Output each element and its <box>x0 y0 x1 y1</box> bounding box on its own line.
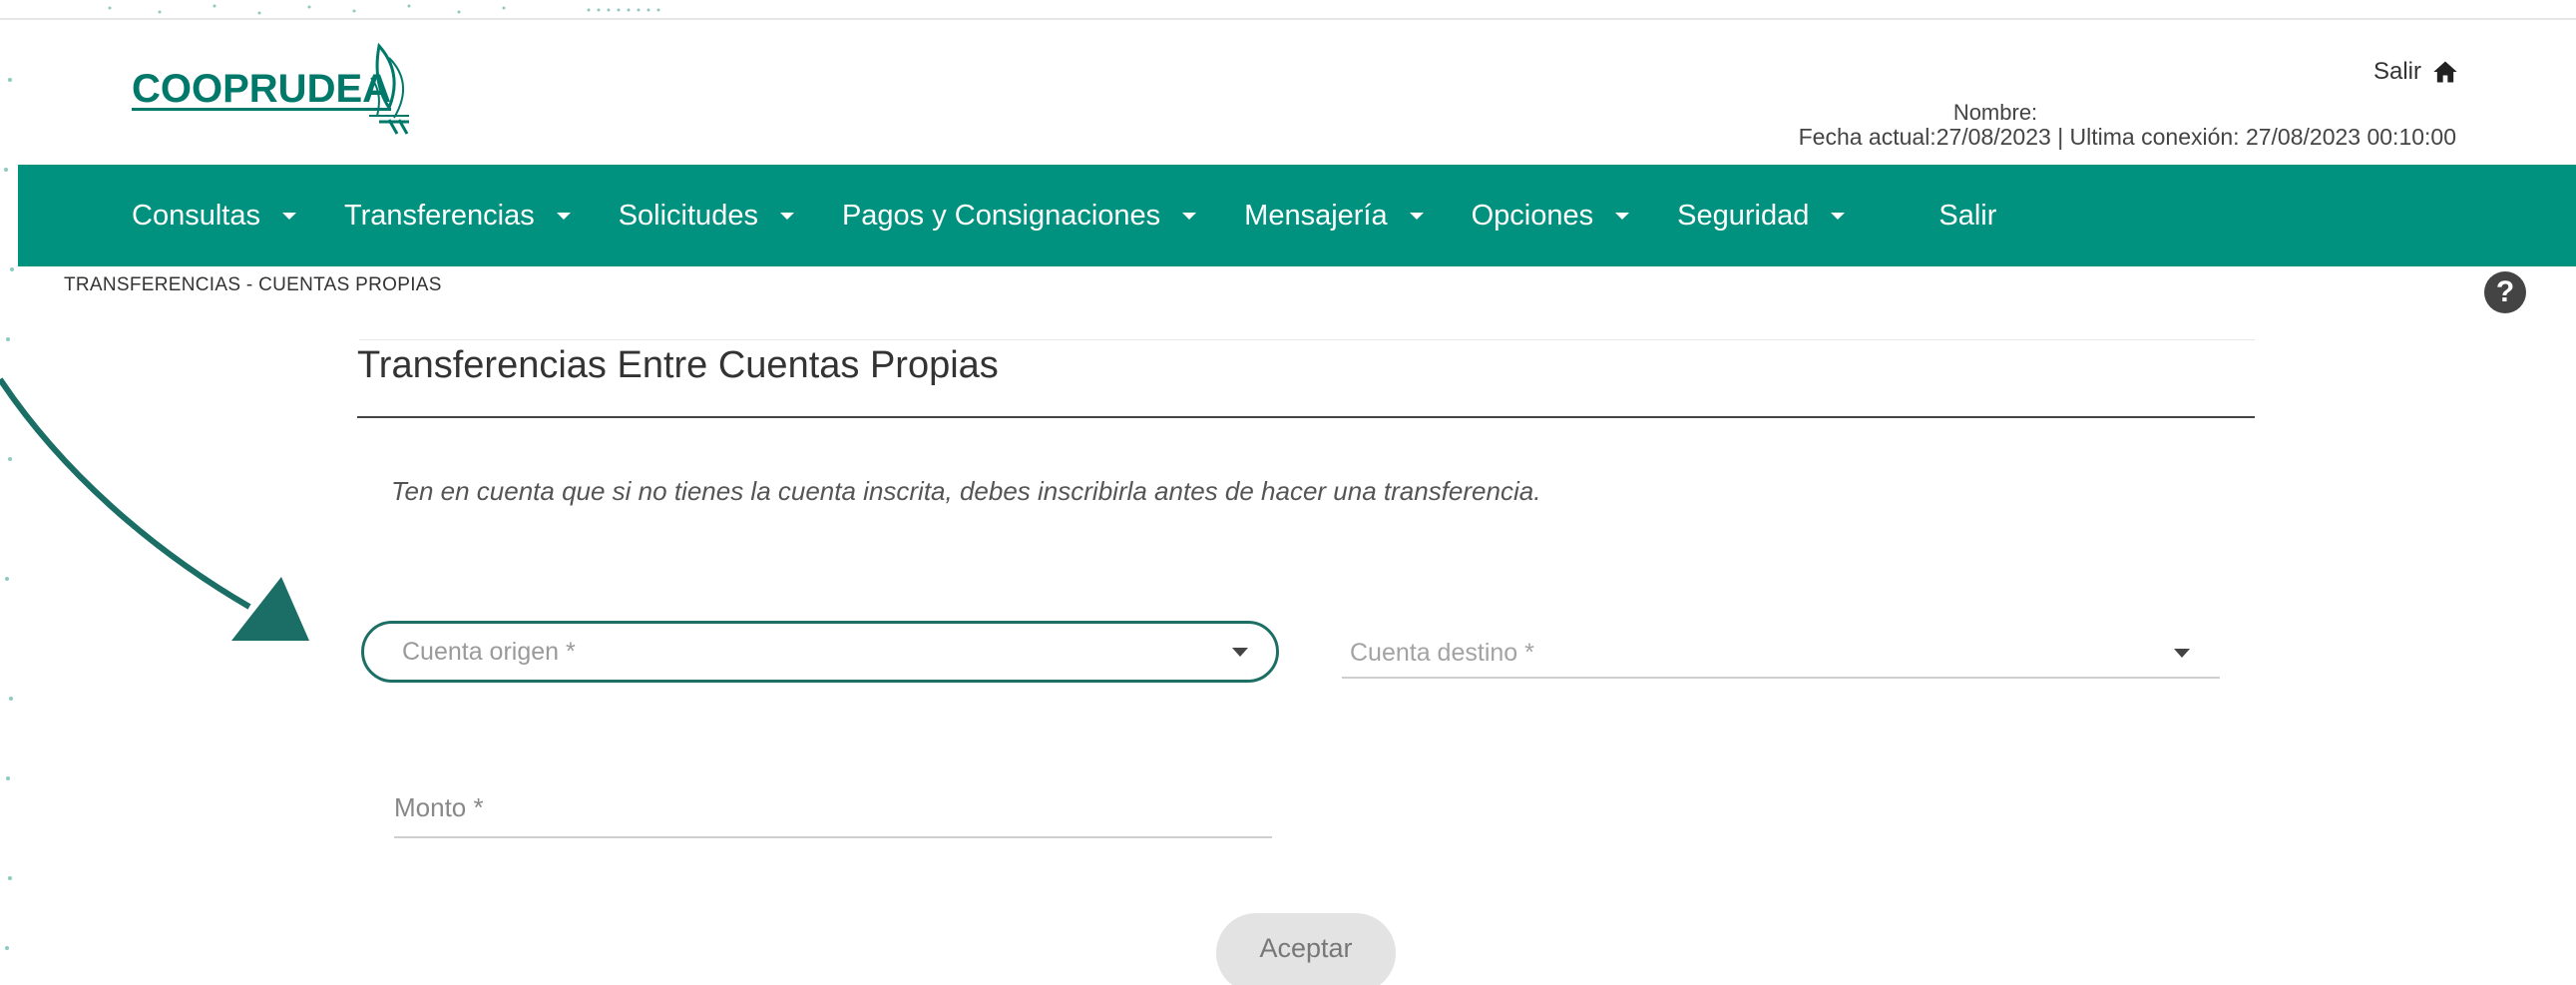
accept-button[interactable]: Aceptar <box>1216 913 1396 985</box>
nav-seguridad[interactable]: Seguridad <box>1677 199 1846 233</box>
chevron-down-icon <box>281 212 296 220</box>
nav-pagos-consignaciones[interactable]: Pagos y Consignaciones <box>841 199 1197 233</box>
nav-opciones[interactable]: Opciones <box>1472 200 1630 233</box>
transfer-notice: Ten en cuenta que si no tienes la cuenta… <box>391 476 1541 506</box>
help-icon[interactable]: ? <box>2484 271 2526 313</box>
decorative-top-dots <box>108 4 660 15</box>
breadcrumb: TRANSFERENCIAS - CUENTAS PROPIAS <box>64 274 442 295</box>
home-icon <box>2433 61 2457 83</box>
cooprudea-logo[interactable]: COOPRUDEA <box>132 38 431 140</box>
chevron-down-icon <box>1615 212 1630 220</box>
main-navbar: Consultas Transferencias Solicitudes Pag… <box>18 165 2576 266</box>
nav-label: Transferencias <box>343 199 535 232</box>
nav-label: Mensajería <box>1244 199 1388 232</box>
nav-mensajeria[interactable]: Mensajería <box>1244 199 1424 233</box>
header-salir-label: Salir <box>2372 58 2421 85</box>
arrow-annotation <box>0 377 309 641</box>
session-dates: Fecha actual:27/08/2023 | Ultima conexió… <box>1798 124 2456 150</box>
nav-label: Solicitudes <box>618 199 758 232</box>
chevron-down-icon <box>779 212 794 220</box>
chevron-down-icon <box>1831 212 1846 220</box>
nav-label: Seguridad <box>1677 199 1810 232</box>
chevron-down-icon <box>556 212 571 220</box>
nav-label: Opciones <box>1471 199 1594 232</box>
nav-label: Pagos y Consignaciones <box>841 199 1161 232</box>
chevron-down-icon <box>1409 212 1424 220</box>
destination-account-select[interactable]: Cuenta destino * <box>1342 629 2220 679</box>
chevron-down-icon <box>2174 648 2190 658</box>
header-salir-link[interactable]: Salir <box>2373 58 2459 86</box>
nav-salir[interactable]: Salir <box>1938 200 1996 233</box>
amount-placeholder: Monto * <box>394 791 484 822</box>
nav-transferencias[interactable]: Transferencias <box>344 200 571 233</box>
origin-account-placeholder: Cuenta origen * <box>402 637 576 666</box>
nav-consultas[interactable]: Consultas <box>132 200 296 233</box>
page-title: Transferencias Entre Cuentas Propias <box>357 344 999 386</box>
chevron-down-icon <box>1232 647 1248 657</box>
origin-account-select[interactable]: Cuenta origen * <box>361 621 1279 683</box>
chevron-down-icon <box>1182 212 1197 220</box>
content-top-divider <box>359 339 2255 340</box>
header-top-divider <box>0 18 2576 20</box>
logo-leaf-icon <box>369 42 409 135</box>
title-divider <box>357 416 2255 418</box>
nav-label: Salir <box>1938 199 1997 232</box>
nav-label: Consultas <box>132 199 260 232</box>
nav-solicitudes[interactable]: Solicitudes <box>619 200 794 233</box>
destination-account-placeholder: Cuenta destino * <box>1350 638 1534 667</box>
amount-input[interactable]: Monto * <box>394 778 1272 838</box>
user-name-label: Nombre: <box>1952 100 2038 125</box>
